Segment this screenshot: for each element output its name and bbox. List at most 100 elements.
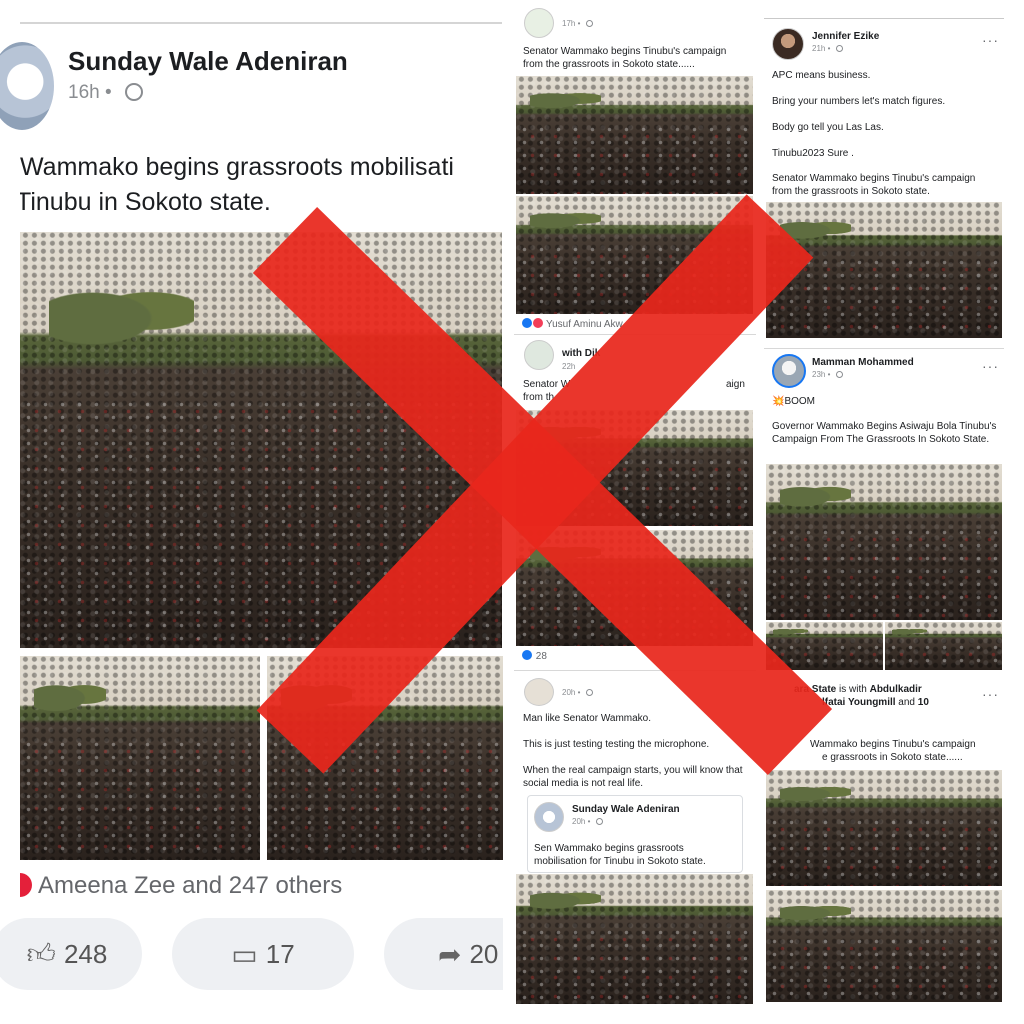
- post-photo[interactable]: [516, 196, 753, 314]
- post-text-line4: Tinubu2023 Sure .: [772, 148, 854, 159]
- post-time: 20h •: [562, 688, 593, 697]
- like-reaction-icon: [522, 318, 532, 328]
- love-reaction-icon: [20, 873, 32, 897]
- globe-icon: [585, 20, 593, 27]
- post-photo[interactable]: [885, 622, 1002, 670]
- share-icon: ➦: [438, 938, 462, 970]
- globe-icon: [124, 83, 143, 101]
- reactions-summary[interactable]: 28: [522, 650, 547, 662]
- more-options-icon[interactable]: ···: [982, 32, 999, 48]
- post-time-label: 17h: [562, 19, 576, 28]
- post-text-line1: Man like Senator Wammako.: [523, 713, 652, 724]
- post-time: 20h •: [572, 817, 603, 826]
- post-photo-3[interactable]: [267, 656, 503, 860]
- post-text-line1: 💥BOOM: [772, 396, 816, 407]
- post-photo[interactable]: [766, 622, 883, 670]
- like-button[interactable]: 👍︎ 248: [0, 918, 142, 990]
- post-time-label: 23h: [812, 370, 826, 379]
- post-time-label: 20h: [562, 688, 576, 697]
- post-header-line2[interactable]: lfatai Youngmill and 10: [822, 697, 929, 708]
- avatar[interactable]: [534, 802, 564, 832]
- avatar[interactable]: [772, 354, 806, 388]
- post-time-label: 20h: [572, 817, 586, 826]
- post-photo-2[interactable]: [20, 656, 260, 860]
- avatar[interactable]: [0, 42, 54, 130]
- post-time: 23h •: [812, 370, 843, 379]
- share-count: 20: [469, 938, 499, 969]
- post-photo-main[interactable]: [20, 232, 502, 648]
- post-photo[interactable]: [516, 410, 753, 526]
- post-text-line1-end: aign: [726, 379, 745, 390]
- post-text-line2: e grassroots in Sokoto state......: [822, 752, 963, 763]
- post-time-label: 21h: [812, 44, 826, 53]
- post-time: 22h: [562, 362, 575, 371]
- divider: [514, 670, 756, 671]
- avatar[interactable]: [524, 678, 554, 706]
- globe-icon: [835, 371, 843, 378]
- post-text-line1-start: Senator W: [523, 379, 571, 390]
- more-options-icon[interactable]: ···: [982, 358, 999, 374]
- like-count: 248: [63, 938, 108, 969]
- post-text-line1: Wammako begins Tinubu's campaign: [810, 739, 976, 750]
- post-photo[interactable]: [516, 76, 753, 194]
- comment-count: 17: [265, 938, 295, 969]
- post-author[interactable]: Jennifer Ezike: [812, 31, 879, 42]
- avatar[interactable]: [772, 28, 804, 60]
- more-options-icon[interactable]: ···: [982, 686, 999, 702]
- divider: [764, 18, 1004, 19]
- post-text-line5: Senator Wammako begins Tinubu's campaign…: [772, 173, 976, 197]
- shared-post-card[interactable]: Sunday Wale Adeniran 20h • Sen Wammako b…: [527, 795, 743, 873]
- post-text-line2: This is just testing testing the microph…: [523, 739, 710, 750]
- post-photo[interactable]: [516, 530, 753, 646]
- post-time-label: 16h: [68, 82, 100, 103]
- right-column: Jennifer Ezike 21h • ··· APC means busin…: [764, 18, 1004, 1004]
- post-header-with: is with: [836, 684, 870, 695]
- post-text: Wammako begins grassroots mobilisati Tin…: [20, 150, 502, 220]
- post-photo[interactable]: [516, 874, 753, 1004]
- divider: [20, 22, 502, 24]
- reactions-summary[interactable]: Ameena Zee and 247 others: [20, 872, 342, 900]
- post-author[interactable]: Sunday Wale Adeniran: [68, 46, 348, 77]
- post-time-label: 22h: [562, 362, 576, 371]
- shared-post-author[interactable]: Sunday Wale Adeniran: [572, 804, 680, 815]
- avatar[interactable]: [524, 340, 554, 370]
- post-time: 21h •: [812, 44, 843, 53]
- globe-icon: [595, 818, 603, 825]
- post-text-line1: APC means business.: [772, 70, 871, 81]
- post-author[interactable]: Mamman Mohammed: [812, 357, 914, 368]
- comment-button[interactable]: ▭ 17: [172, 918, 354, 990]
- post-text-line2: Bring your numbers let's match figures.: [772, 96, 946, 107]
- globe-icon: [835, 45, 843, 52]
- avatar[interactable]: [524, 8, 554, 38]
- post-text-line3: When the real campaign starts, you will …: [523, 765, 743, 789]
- post-text-line3: Body go tell you Las Las.: [772, 122, 884, 133]
- divider: [764, 348, 1004, 349]
- share-button[interactable]: ➦ 20: [384, 918, 503, 990]
- post-photo[interactable]: [766, 770, 1002, 886]
- love-reaction-icon: [533, 318, 543, 328]
- post-time: 16h •: [68, 82, 143, 104]
- divider: [514, 334, 756, 335]
- post-header-and: and: [895, 697, 918, 708]
- post-text-line2: Governor Wammako Begins Asiwaju Bola Tin…: [772, 421, 997, 445]
- post-photo[interactable]: [766, 890, 1002, 1002]
- shared-post-text: Sen Wammako begins grassroots mobilisati…: [534, 843, 706, 867]
- post-header-line1[interactable]: ara State is with Abdulkadir: [794, 684, 922, 695]
- post-text-line1: Wammako begins grassroots mobilisati: [20, 153, 454, 181]
- post-photo[interactable]: [766, 464, 1002, 620]
- like-count: 28: [535, 651, 547, 662]
- post-text: Senator Wammako begins Tinubu's campaign…: [523, 46, 727, 70]
- comment-icon: ▭: [231, 938, 258, 970]
- post-header-page: ara State: [794, 684, 837, 695]
- post-text-line2: from th: [523, 392, 555, 403]
- left-post-panel: Sunday Wale Adeniran 16h • Wammako begin…: [0, 0, 503, 1000]
- post-text-line2: Tinubu in Sokoto state.: [20, 188, 271, 216]
- globe-icon: [585, 689, 593, 696]
- post-header-tagged: Abdulkadir: [869, 684, 922, 695]
- reactions-text: Ameena Zee and 247 others: [38, 872, 343, 899]
- post-header-others-count: 10: [917, 697, 929, 708]
- reactions-summary[interactable]: Yusuf Aminu Akw: [522, 318, 623, 330]
- post-photo[interactable]: [766, 202, 1002, 338]
- post-header[interactable]: with Dik: [562, 348, 600, 359]
- reactions-text: Yusuf Aminu Akw: [546, 319, 623, 330]
